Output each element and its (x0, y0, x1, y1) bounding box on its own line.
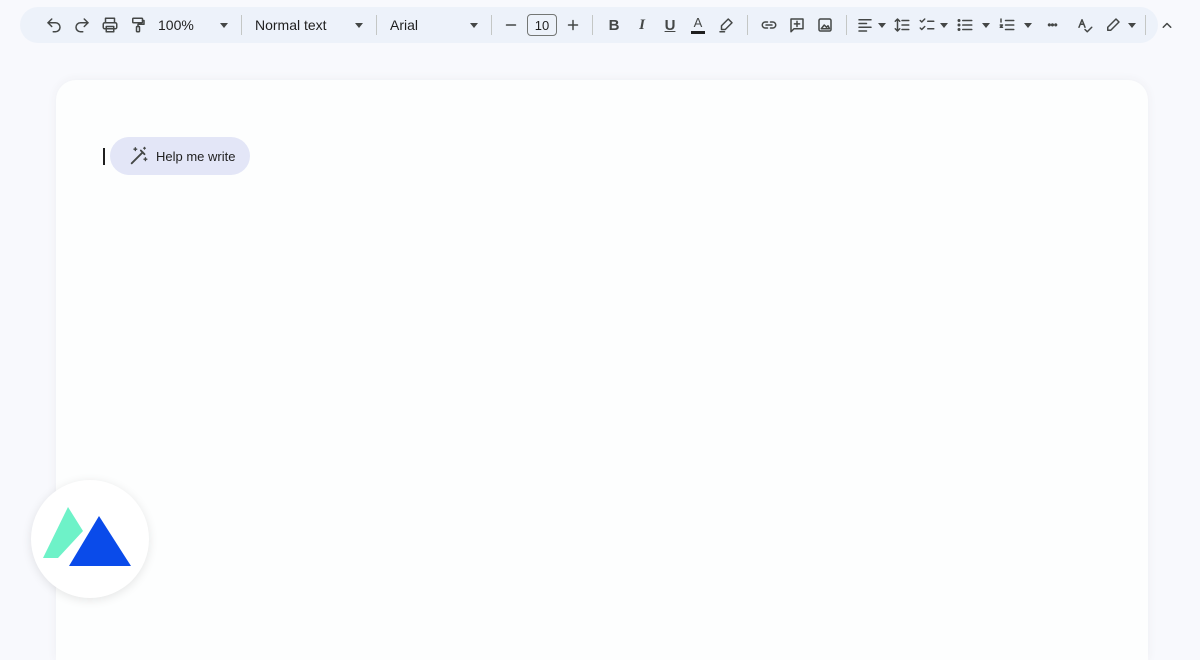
mountain-logo-icon (43, 507, 131, 566)
editing-mode-pencil-icon[interactable] (1100, 11, 1126, 39)
more-button[interactable]: ••• (1034, 11, 1070, 39)
help-me-write-label: Help me write (156, 148, 236, 164)
zoom-dropdown[interactable]: 100% (152, 11, 234, 39)
chevron-down-icon (982, 22, 990, 28)
link-icon[interactable] (755, 11, 783, 39)
text-color-button[interactable]: A (684, 11, 712, 39)
highlighter-icon[interactable] (712, 11, 740, 39)
text-cursor (103, 148, 105, 165)
brand-logo (31, 480, 149, 598)
style-value: Normal text (255, 17, 327, 33)
font-value: Arial (390, 17, 419, 33)
editing-mode-dropdown[interactable] (1126, 11, 1138, 39)
divider (846, 15, 847, 35)
chevron-down-icon (1128, 22, 1136, 28)
insert-image-icon[interactable] (811, 11, 839, 39)
font-dropdown[interactable]: Arial (384, 11, 484, 39)
font-size-input[interactable]: 10 (527, 14, 557, 36)
chevron-down-icon (220, 22, 228, 28)
divider (491, 15, 492, 35)
chevron-down-icon (878, 22, 886, 28)
add-comment-icon[interactable] (783, 11, 811, 39)
chevron-down-icon (940, 22, 948, 28)
checklist-icon[interactable] (916, 11, 938, 39)
chevron-down-icon (355, 22, 363, 28)
line-spacing-icon[interactable] (888, 11, 916, 39)
bold-button[interactable]: B (600, 11, 628, 39)
numbered-list-dropdown[interactable] (1022, 11, 1034, 39)
checklist-dropdown[interactable] (938, 11, 950, 39)
minus-icon[interactable] (499, 11, 523, 39)
divider (376, 15, 377, 35)
divider (592, 15, 593, 35)
underline-button[interactable]: U (656, 11, 684, 39)
numbered-list-icon[interactable] (992, 11, 1022, 39)
zoom-value: 100% (158, 17, 194, 33)
divider (1145, 15, 1146, 35)
collapse-chevron-up-icon[interactable] (1153, 11, 1181, 39)
text-color-swatch (691, 31, 705, 34)
bulleted-list-dropdown[interactable] (980, 11, 992, 39)
help-me-write-button[interactable]: Help me write (110, 137, 250, 175)
plus-icon[interactable] (561, 11, 585, 39)
italic-button[interactable]: I (628, 11, 656, 39)
print-icon[interactable] (96, 11, 124, 39)
style-dropdown[interactable]: Normal text (249, 11, 369, 39)
toolbar: 100% Normal text Arial 10 B I U A ••• (20, 7, 1172, 43)
align-left-icon[interactable] (854, 11, 876, 39)
redo-icon[interactable] (68, 11, 96, 39)
sparkle-pen-icon (130, 146, 148, 165)
spellcheck-icon[interactable] (1070, 11, 1100, 39)
bulleted-list-icon[interactable] (950, 11, 980, 39)
divider (747, 15, 748, 35)
chevron-down-icon (1024, 22, 1032, 28)
align-dropdown[interactable] (876, 11, 888, 39)
chevron-down-icon (470, 22, 478, 28)
undo-icon[interactable] (40, 11, 68, 39)
paint-format-icon[interactable] (124, 11, 152, 39)
divider (241, 15, 242, 35)
text-color-label: A (693, 15, 703, 30)
